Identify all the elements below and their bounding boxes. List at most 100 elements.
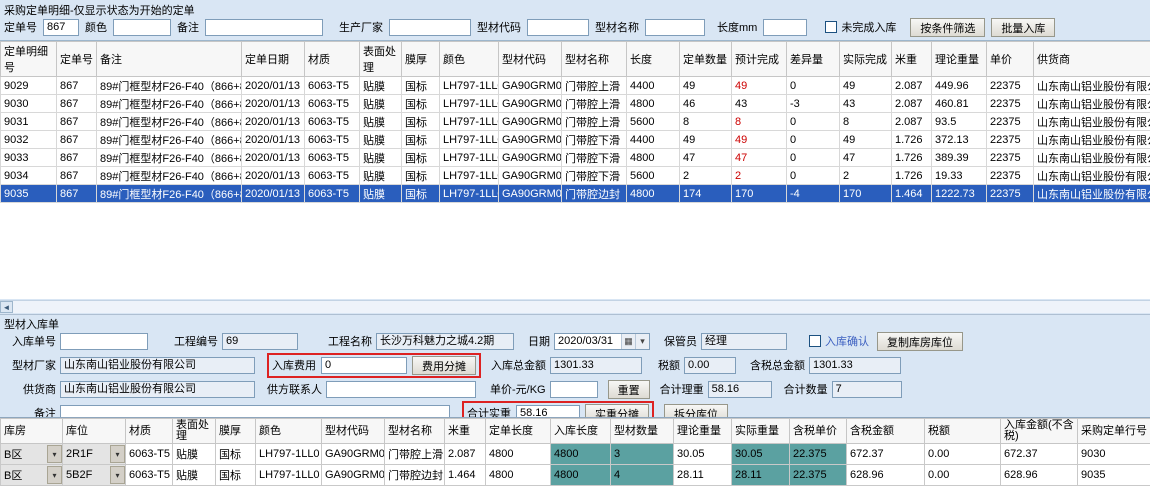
cell: 国标 (402, 185, 440, 203)
table-row[interactable]: 903186789#门框型材F26-F40（866+867）2020/01/13… (1, 113, 1150, 131)
table-row[interactable]: B区▾5B2F▾6063-T5贴膜国标LH797-1LL0GA90GRM05门带… (1, 465, 1150, 486)
tax-field: 0.00 (684, 357, 736, 374)
column-header[interactable]: 长度 (627, 42, 680, 77)
column-header[interactable]: 采购定单行号 (1078, 419, 1150, 444)
date-value: 2020/03/31 (558, 335, 621, 347)
column-header[interactable]: 型材名称 (385, 419, 445, 444)
scrollbar-track[interactable] (13, 301, 1150, 313)
column-header[interactable]: 型材代码 (499, 42, 562, 77)
column-header[interactable]: 材质 (126, 419, 173, 444)
remark-input[interactable] (205, 19, 323, 36)
cell: 867 (57, 95, 97, 113)
column-header[interactable]: 含税单价 (790, 419, 847, 444)
table-row[interactable]: 903486789#门框型材F26-F40（866+867）2020/01/13… (1, 167, 1150, 185)
column-header[interactable]: 库房 (1, 419, 63, 444)
horizontal-scrollbar[interactable]: ◄ (0, 300, 1150, 313)
profile-name-input[interactable] (645, 19, 705, 36)
supplier-label: 供货商 (4, 381, 56, 397)
profile-code-input[interactable] (527, 19, 589, 36)
length-input[interactable] (763, 19, 807, 36)
table-row[interactable]: 903586789#门框型材F26-F40（866+867）2020/01/13… (1, 185, 1150, 203)
column-header[interactable]: 颜色 (256, 419, 322, 444)
cell[interactable]: 2R1F▾ (63, 444, 126, 465)
chevron-down-icon[interactable]: ▾ (110, 445, 125, 463)
column-header[interactable]: 入库长度 (551, 419, 611, 444)
cell: 1.726 (892, 131, 932, 149)
cell[interactable]: B区▾ (1, 444, 63, 465)
column-header[interactable]: 定单日期 (242, 42, 305, 77)
column-header[interactable]: 供货商 (1034, 42, 1150, 77)
cell: 4800 (627, 95, 680, 113)
column-header[interactable]: 型材数量 (611, 419, 674, 444)
cell: 49 (732, 131, 787, 149)
fee-input[interactable] (321, 357, 407, 374)
cell[interactable]: 5B2F▾ (63, 465, 126, 486)
column-header[interactable]: 定单长度 (486, 419, 551, 444)
cell: 4800 (551, 465, 611, 486)
manufacturer-input[interactable] (389, 19, 471, 36)
column-header[interactable]: 备注 (97, 42, 242, 77)
column-header[interactable]: 定单明细号 (1, 42, 57, 77)
unit-price-input[interactable] (550, 381, 598, 398)
column-header[interactable]: 税额 (925, 419, 1001, 444)
chevron-down-icon[interactable]: ▾ (110, 466, 125, 484)
column-header[interactable]: 定单数量 (680, 42, 732, 77)
column-header[interactable]: 型材代码 (322, 419, 385, 444)
chevron-down-icon[interactable]: ▾ (47, 466, 62, 484)
calendar-icon[interactable]: ▦ (621, 334, 635, 349)
cell: 49 (840, 77, 892, 95)
column-header[interactable]: 库位 (63, 419, 126, 444)
column-header[interactable]: 含税金额 (847, 419, 925, 444)
chevron-down-icon[interactable]: ▾ (47, 445, 62, 463)
column-header[interactable]: 预计完成 (732, 42, 787, 77)
profile-name-label: 型材名称 (595, 19, 639, 35)
unfinished-inbound-checkbox[interactable] (825, 21, 837, 33)
order-no-input[interactable] (43, 19, 79, 36)
cell[interactable]: B区▾ (1, 465, 63, 486)
color-input[interactable] (113, 19, 171, 36)
column-header[interactable]: 理论重量 (932, 42, 987, 77)
table-row[interactable]: 903286789#门框型材F26-F40（866+867）2020/01/13… (1, 131, 1150, 149)
column-header[interactable]: 米重 (892, 42, 932, 77)
scroll-left-icon[interactable]: ◄ (0, 301, 13, 313)
table-row[interactable]: 902986789#门框型材F26-F40（866+867）2020/01/13… (1, 77, 1150, 95)
column-header[interactable]: 表面处理 (173, 419, 216, 444)
supplier-contact-label: 供方联系人 (267, 381, 322, 397)
column-header[interactable]: 单价 (987, 42, 1034, 77)
cell: 174 (680, 185, 732, 203)
column-header[interactable]: 差异量 (787, 42, 840, 77)
column-header[interactable]: 实际完成 (840, 42, 892, 77)
column-header[interactable]: 表面处理 (360, 42, 402, 77)
cell: 门带腔下滑 (562, 167, 627, 185)
column-header[interactable]: 型材名称 (562, 42, 627, 77)
filter-by-condition-button[interactable]: 按条件筛选 (910, 18, 985, 37)
column-header[interactable]: 理论重量 (674, 419, 732, 444)
inbound-no-input[interactable] (60, 333, 148, 350)
table-row[interactable]: B区▾2R1F▾6063-T5贴膜国标LH797-1LL0GA90GRM03门带… (1, 444, 1150, 465)
batch-inbound-button[interactable]: 批量入库 (991, 18, 1055, 37)
column-header[interactable]: 米重 (445, 419, 486, 444)
cell: 49 (680, 131, 732, 149)
unit-price-label: 单价-元/KG (490, 381, 546, 397)
supplier-contact-input[interactable] (326, 381, 476, 398)
cell: 0 (787, 77, 840, 95)
fee-share-button[interactable]: 费用分摊 (412, 356, 476, 375)
chevron-down-icon[interactable]: ▾ (635, 334, 649, 349)
inbound-confirm-checkbox[interactable] (809, 335, 821, 347)
keeper-label: 保管员 (664, 333, 697, 349)
cell: LH797-1LL0 (440, 95, 499, 113)
column-header[interactable]: 实际重量 (732, 419, 790, 444)
table-row[interactable]: 903386789#门框型材F26-F40（866+867）2020/01/13… (1, 149, 1150, 167)
table-row[interactable]: 903086789#门框型材F26-F40（866+867）2020/01/13… (1, 95, 1150, 113)
column-header[interactable]: 膜厚 (402, 42, 440, 77)
reset-button[interactable]: 重置 (608, 380, 650, 399)
column-header[interactable]: 定单号 (57, 42, 97, 77)
date-picker[interactable]: 2020/03/31 ▦ ▾ (554, 333, 650, 350)
column-header[interactable]: 颜色 (440, 42, 499, 77)
cell: 47 (840, 149, 892, 167)
copy-location-button[interactable]: 复制库房库位 (877, 332, 963, 351)
column-header[interactable]: 膜厚 (216, 419, 256, 444)
column-header[interactable]: 入库金额(不含税) (1001, 419, 1078, 444)
column-header[interactable]: 材质 (305, 42, 360, 77)
cell: GA90GRM04 (499, 131, 562, 149)
